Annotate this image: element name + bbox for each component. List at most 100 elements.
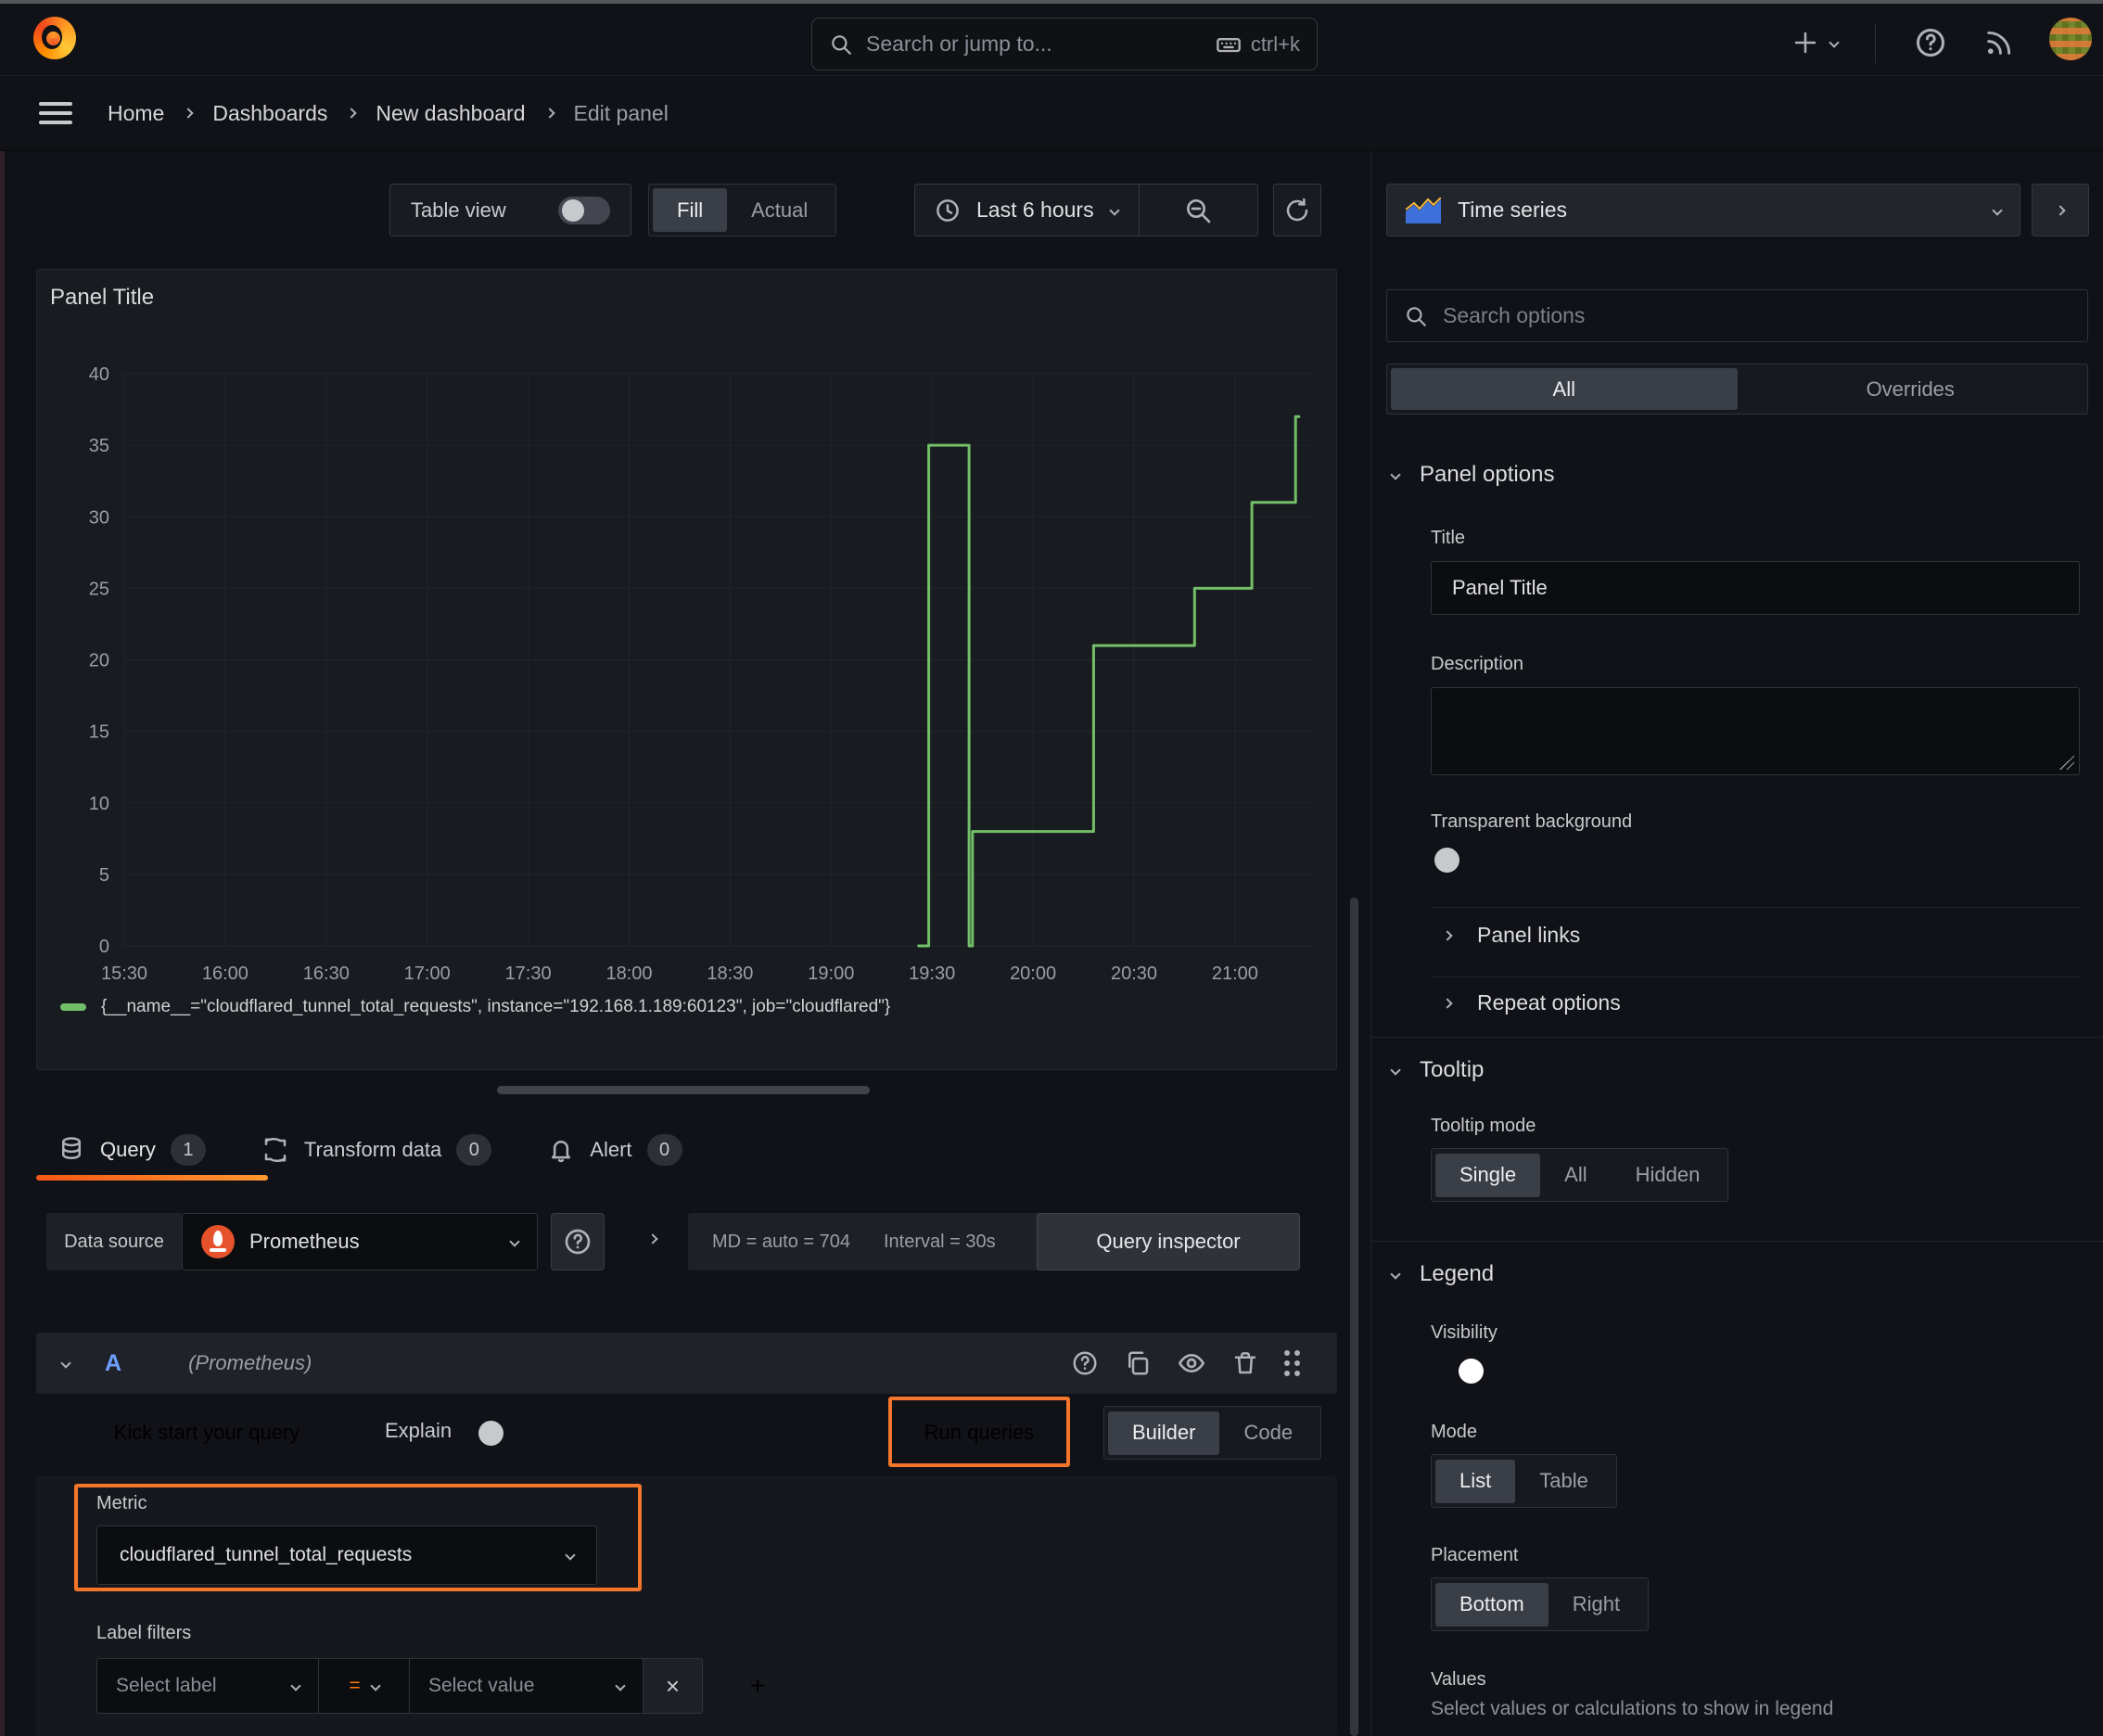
query-inspector-button[interactable]: Query inspector <box>1037 1213 1300 1270</box>
svg-text:15:30: 15:30 <box>101 964 147 984</box>
query-help-icon[interactable] <box>1071 1349 1099 1377</box>
fill-option[interactable]: Fill <box>653 188 728 232</box>
chart-legend-item[interactable]: {__name__="cloudflared_tunnel_total_requ… <box>60 997 890 1017</box>
table-view-toggle[interactable] <box>558 196 610 224</box>
datasource-picker[interactable]: Prometheus <box>182 1213 538 1270</box>
vertical-scrollbar[interactable] <box>1350 898 1358 1736</box>
help-button[interactable] <box>1912 24 1949 61</box>
run-queries-button[interactable]: Run queries <box>898 1407 1061 1458</box>
svg-text:25: 25 <box>89 579 109 599</box>
query-row-header[interactable]: A (Prometheus) <box>36 1333 1337 1394</box>
datasource-value: Prometheus <box>249 1230 360 1253</box>
tooltip-all-option[interactable]: All <box>1540 1154 1611 1197</box>
operator-dropdown[interactable]: = <box>319 1658 410 1714</box>
query-collapse-icon[interactable] <box>60 1358 71 1369</box>
label-filter-row: Select label = Select value × + <box>96 1658 790 1714</box>
drag-query-handle-icon[interactable] <box>1284 1350 1300 1376</box>
chevron-right-icon <box>2055 204 2066 216</box>
svg-text:19:00: 19:00 <box>808 964 854 984</box>
time-series-viz-icon <box>1406 197 1441 223</box>
time-range-label[interactable]: Last 6 hours <box>976 198 1094 223</box>
query-ref-letter[interactable]: A <box>105 1350 121 1377</box>
section-chevron-icon <box>1390 1269 1401 1280</box>
keyboard-icon <box>1216 32 1242 57</box>
legend-placement-bottom[interactable]: Bottom <box>1435 1582 1549 1627</box>
grafana-logo[interactable] <box>33 17 76 59</box>
toggle-visibility-icon[interactable] <box>1177 1348 1206 1378</box>
divider <box>1431 976 2080 977</box>
svg-text:15: 15 <box>89 722 109 743</box>
add-menu-button[interactable] <box>1791 24 1840 61</box>
remove-filter-button[interactable]: × <box>644 1658 703 1714</box>
duplicate-query-icon[interactable] <box>1124 1349 1152 1377</box>
legend-swatch <box>60 1003 86 1011</box>
legend-placement-label: Placement <box>1431 1545 1519 1565</box>
page-header-bar: Home Dashboards New dashboard Edit panel… <box>0 76 2103 213</box>
actual-option[interactable]: Actual <box>727 188 832 232</box>
breadcrumb-current: Edit panel <box>573 100 669 125</box>
legend-mode-table[interactable]: Table <box>1515 1460 1612 1503</box>
textarea-resize-handle[interactable] <box>2059 755 2074 770</box>
options-search-input[interactable]: Search options <box>1386 289 2088 342</box>
table-view-label: Table view <box>411 198 506 222</box>
refresh-button[interactable] <box>1273 184 1321 236</box>
add-filter-button[interactable]: + <box>725 1658 790 1714</box>
expand-options-icon[interactable] <box>647 1233 658 1245</box>
panel-options-header[interactable]: Panel options <box>1390 462 1554 488</box>
chevron-right-icon <box>1442 997 1453 1009</box>
tooltip-header[interactable]: Tooltip <box>1390 1057 1484 1083</box>
time-range-picker: Last 6 hours <box>914 184 1258 236</box>
query-tabs: Query 1 Transform data 0 Alert 0 <box>57 1124 682 1176</box>
tooltip-single-option[interactable]: Single <box>1435 1153 1541 1197</box>
kick-start-query-button[interactable]: Kick start your query <box>76 1406 338 1460</box>
datasource-help-button[interactable] <box>551 1213 605 1270</box>
breadcrumb-home[interactable]: Home <box>108 101 164 126</box>
datasource-label: Data source <box>46 1213 182 1270</box>
tab-overrides[interactable]: Overrides <box>1738 368 2084 410</box>
tab-all[interactable]: All <box>1391 368 1738 410</box>
breadcrumb-new-dashboard[interactable]: New dashboard <box>376 101 525 126</box>
delete-query-icon[interactable] <box>1231 1349 1259 1377</box>
label-filters-label: Label filters <box>96 1623 192 1643</box>
select-label-dropdown[interactable]: Select label <box>96 1658 319 1714</box>
svg-text:17:30: 17:30 <box>505 964 552 984</box>
search-input[interactable]: Search or jump to... ctrl+k <box>811 18 1318 70</box>
section-chevron-icon <box>1390 469 1401 480</box>
code-option[interactable]: Code <box>1219 1411 1317 1455</box>
tab-alert[interactable]: Alert 0 <box>547 1134 682 1166</box>
metric-select[interactable]: cloudflared_tunnel_total_requests <box>96 1525 597 1585</box>
news-button[interactable] <box>1981 24 2018 61</box>
search-icon <box>829 32 853 57</box>
repeat-options-section[interactable]: Repeat options <box>1442 990 1621 1015</box>
legend-header[interactable]: Legend <box>1390 1261 1494 1287</box>
panel-title-input[interactable]: Panel Title <box>1431 561 2080 615</box>
svg-text:5: 5 <box>99 865 109 886</box>
legend-mode-list[interactable]: List <box>1435 1459 1516 1503</box>
svg-text:35: 35 <box>89 436 109 456</box>
builder-option[interactable]: Builder <box>1108 1410 1220 1455</box>
zoom-out-button[interactable] <box>1140 196 1257 225</box>
section-divider <box>1371 1241 2103 1242</box>
menu-toggle-button[interactable] <box>39 102 72 124</box>
collapse-sidebar-button[interactable] <box>2032 184 2089 236</box>
visualization-picker[interactable]: Time series <box>1386 184 2020 236</box>
breadcrumb-dashboards[interactable]: Dashboards <box>212 101 327 126</box>
svg-text:10: 10 <box>89 794 109 814</box>
tab-transform-data[interactable]: Transform data 0 <box>261 1134 492 1166</box>
select-value-dropdown[interactable]: Select value <box>410 1658 644 1714</box>
rss-icon <box>1987 31 2011 55</box>
title-label: Title <box>1431 528 1466 548</box>
panel-links-section[interactable]: Panel links <box>1442 923 1580 948</box>
search-icon <box>1407 306 1426 326</box>
time-series-chart[interactable]: 0 5 10 15 20 25 30 35 40 15:30 16:00 16:30 17:00 17:3… <box>37 270 1338 993</box>
tooltip-hidden-option[interactable]: Hidden <box>1612 1154 1725 1197</box>
transparent-background-label: Transparent background <box>1431 811 1633 832</box>
alert-count-badge: 0 <box>646 1134 682 1166</box>
legend-placement-right[interactable]: Right <box>1549 1583 1644 1627</box>
panel-resize-handle[interactable] <box>497 1086 870 1094</box>
panel-description-textarea[interactable] <box>1431 687 2080 775</box>
avatar[interactable] <box>2049 18 2092 60</box>
breadcrumb-separator-icon <box>543 108 555 119</box>
tab-query[interactable]: Query 1 <box>57 1134 206 1166</box>
query-options-summary[interactable]: MD = auto = 704 Interval = 30s <box>688 1213 1046 1270</box>
